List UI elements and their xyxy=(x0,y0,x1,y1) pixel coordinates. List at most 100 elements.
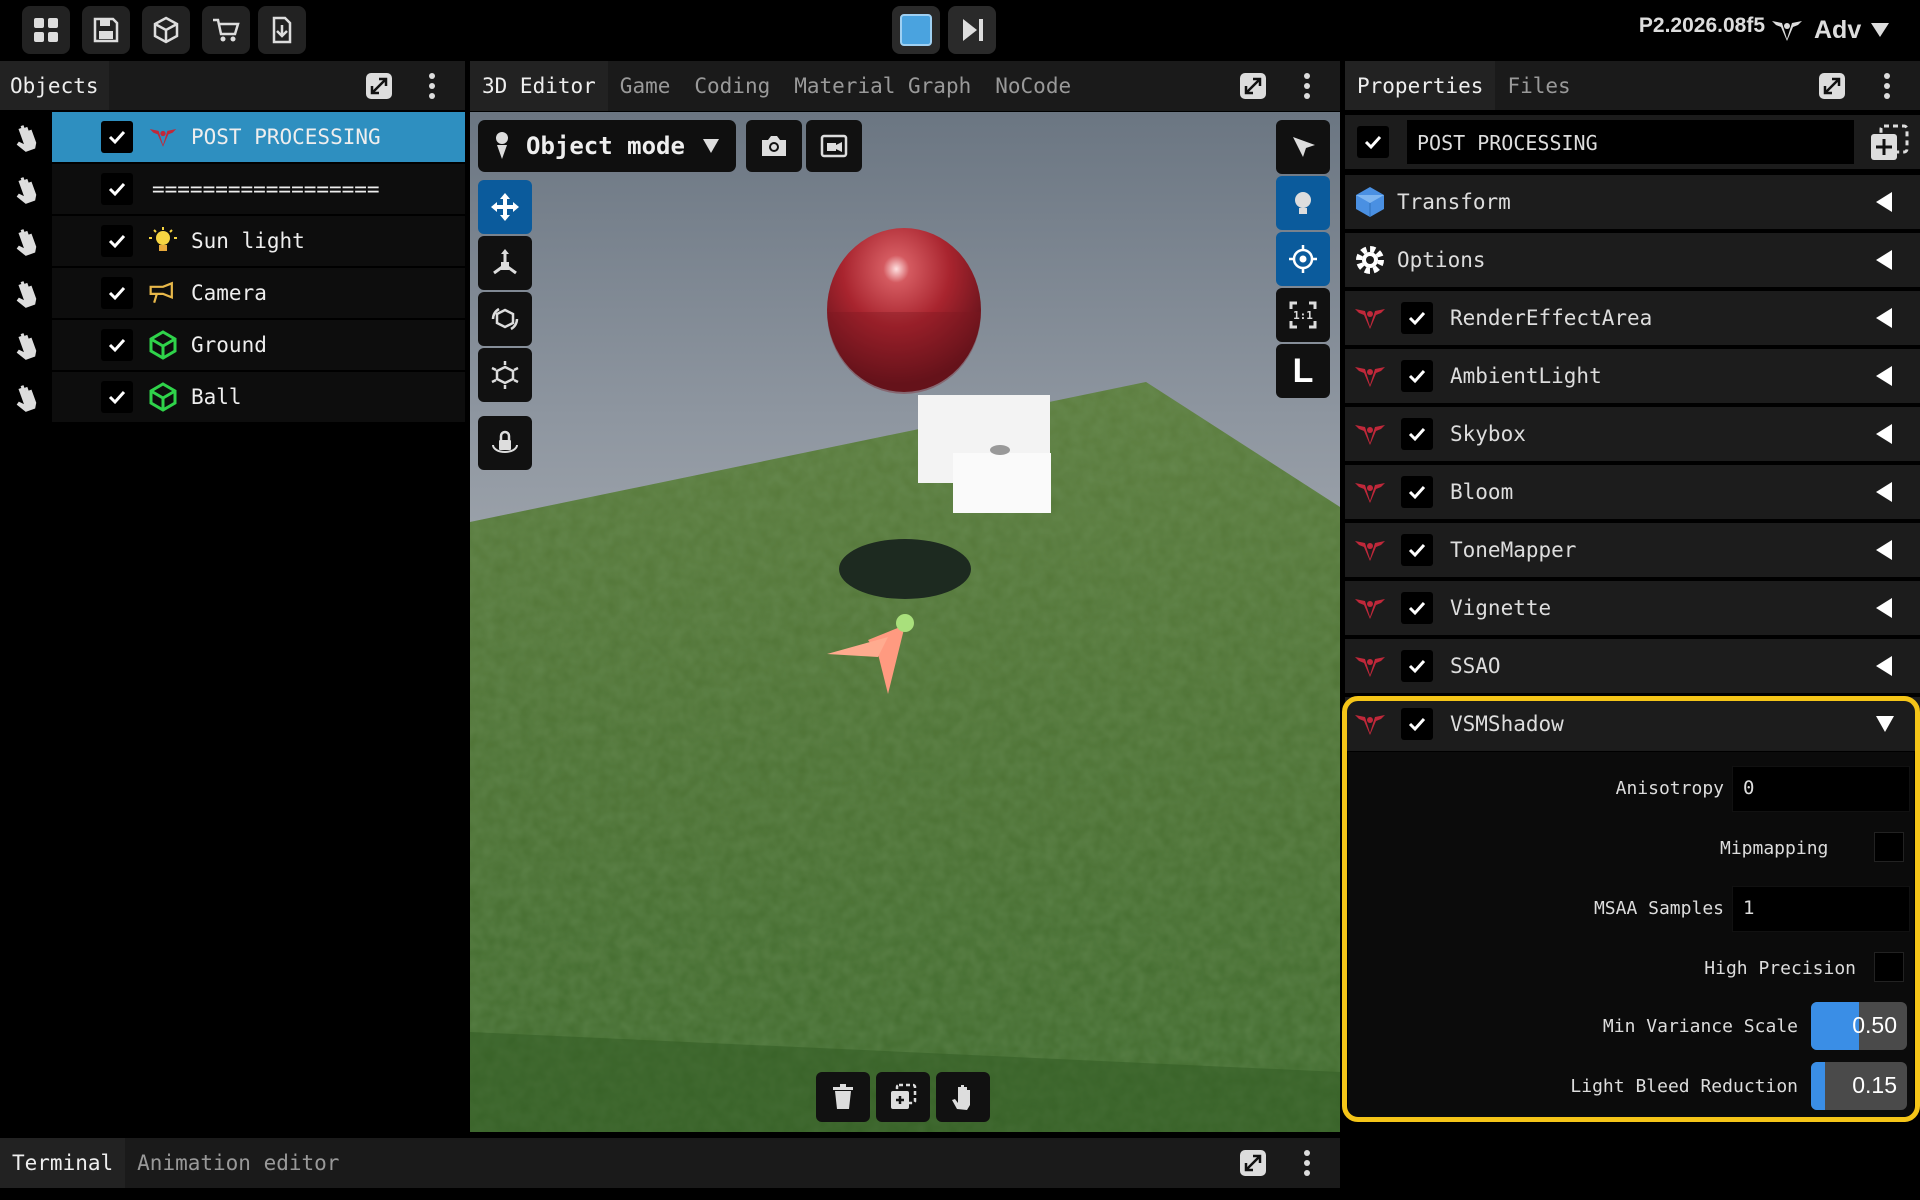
crosshair-icon xyxy=(1289,245,1317,273)
rotate-tool-button[interactable] xyxy=(478,292,532,346)
object-name-input[interactable]: POST PROCESSING xyxy=(1407,120,1854,164)
visibility-checkbox[interactable] xyxy=(101,225,133,257)
component-enabled-checkbox[interactable] xyxy=(1401,534,1433,566)
stop-button[interactable] xyxy=(892,6,940,54)
hand-tool-button[interactable] xyxy=(936,1072,990,1122)
collapse-arrow-icon xyxy=(1876,366,1892,386)
visibility-checkbox[interactable] xyxy=(101,329,133,361)
expand-icon[interactable] xyxy=(1236,1146,1270,1180)
postprocess-icon xyxy=(148,122,178,152)
delete-button[interactable] xyxy=(816,1072,870,1122)
duplicate-icon xyxy=(891,1083,917,1109)
object-enabled-checkbox[interactable] xyxy=(1357,126,1389,158)
collapse-arrow-icon xyxy=(1876,250,1892,270)
drag-hand-icon[interactable] xyxy=(0,320,52,372)
tab-nocode[interactable]: NoCode xyxy=(983,61,1083,111)
object-label: Ball xyxy=(191,385,242,409)
component-bloom[interactable]: Bloom xyxy=(1345,465,1920,519)
tab-animation-editor[interactable]: Animation editor xyxy=(125,1138,351,1188)
list-item[interactable]: Ball xyxy=(0,372,465,424)
list-item[interactable]: Ground xyxy=(0,320,465,372)
more-options-icon[interactable] xyxy=(415,69,449,103)
axes-icon xyxy=(493,249,517,275)
pivot-tool-button[interactable] xyxy=(478,236,532,290)
list-item[interactable]: ================== xyxy=(0,164,465,216)
object-label: ================== xyxy=(152,177,380,201)
more-options-icon[interactable] xyxy=(1870,69,1904,103)
3d-viewport[interactable]: Object mode 1:1 L xyxy=(470,112,1340,1132)
visibility-checkbox[interactable] xyxy=(101,121,133,153)
expand-icon[interactable] xyxy=(1236,69,1270,103)
step-forward-icon xyxy=(963,19,983,41)
list-item[interactable]: Sun light xyxy=(0,216,465,268)
screenshot-button[interactable] xyxy=(746,120,802,172)
component-enabled-checkbox[interactable] xyxy=(1401,302,1433,334)
postprocess-icon xyxy=(1353,361,1387,395)
component-enabled-checkbox[interactable] xyxy=(1401,360,1433,392)
visibility-checkbox[interactable] xyxy=(101,381,133,413)
select-pointer-button[interactable] xyxy=(1276,120,1330,174)
drag-hand-icon[interactable] xyxy=(0,268,52,320)
ratio-button[interactable]: 1:1 xyxy=(1276,288,1330,342)
tab-coding[interactable]: Coding xyxy=(682,61,782,111)
focus-target-button[interactable] xyxy=(1276,232,1330,286)
lock-rotation-button[interactable] xyxy=(478,416,532,470)
move-tool-button[interactable] xyxy=(478,180,532,234)
download-icon[interactable] xyxy=(258,6,306,54)
view-camera-button[interactable] xyxy=(806,120,862,172)
component-enabled-checkbox[interactable] xyxy=(1401,476,1433,508)
collapse-arrow-icon xyxy=(1876,308,1892,328)
drag-hand-icon[interactable] xyxy=(0,164,52,216)
component-ambientlight[interactable]: AmbientLight xyxy=(1345,349,1920,403)
drag-hand-icon[interactable] xyxy=(0,372,52,424)
drag-hand-icon[interactable] xyxy=(0,112,52,164)
component-label: Bloom xyxy=(1450,480,1514,504)
list-item[interactable]: Camera xyxy=(0,268,465,320)
visibility-checkbox[interactable] xyxy=(101,277,133,309)
rotate-cube-icon xyxy=(491,307,519,331)
component-vignette[interactable]: Vignette xyxy=(1345,581,1920,635)
tab-3d-editor[interactable]: 3D Editor xyxy=(470,61,608,111)
component-ssao[interactable]: SSAO xyxy=(1345,639,1920,693)
tab-objects[interactable]: Objects xyxy=(0,61,109,111)
mode-dropdown[interactable]: Object mode xyxy=(478,120,736,172)
list-item[interactable]: POST PROCESSING xyxy=(0,112,465,164)
top-toolbar: P2.2026.08f5 Adv xyxy=(0,0,1920,60)
component-label: Skybox xyxy=(1450,422,1526,446)
drag-hand-icon[interactable] xyxy=(0,216,52,268)
step-forward-button[interactable] xyxy=(948,6,996,54)
expand-icon[interactable] xyxy=(362,69,396,103)
component-tonemapper[interactable]: ToneMapper xyxy=(1345,523,1920,577)
save-icon[interactable] xyxy=(82,6,130,54)
editor-panel-header: 3D Editor Game Coding Material Graph NoCode xyxy=(470,61,1340,111)
component-enabled-checkbox[interactable] xyxy=(1401,650,1433,682)
component-rendereffectarea[interactable]: RenderEffectArea xyxy=(1345,291,1920,345)
tab-properties[interactable]: Properties xyxy=(1345,61,1496,111)
collapse-arrow-icon xyxy=(1876,656,1892,676)
grid-icon[interactable] xyxy=(22,6,70,54)
tab-terminal[interactable]: Terminal xyxy=(0,1138,126,1188)
section-options[interactable]: Options xyxy=(1345,233,1920,287)
local-space-button[interactable]: L xyxy=(1276,344,1330,398)
section-transform[interactable]: Transform xyxy=(1345,175,1920,229)
add-component-button[interactable] xyxy=(1869,124,1909,162)
more-options-icon[interactable] xyxy=(1290,1146,1324,1180)
duplicate-button[interactable] xyxy=(876,1072,930,1122)
component-skybox[interactable]: Skybox xyxy=(1345,407,1920,461)
tab-game[interactable]: Game xyxy=(608,61,683,111)
cube-icon[interactable] xyxy=(142,6,190,54)
more-options-icon[interactable] xyxy=(1290,69,1324,103)
tab-files[interactable]: Files xyxy=(1495,61,1582,111)
visibility-checkbox[interactable] xyxy=(101,173,133,205)
light-toggle-button[interactable] xyxy=(1276,176,1330,230)
user-menu[interactable]: Adv xyxy=(1770,8,1910,52)
component-enabled-checkbox[interactable] xyxy=(1401,592,1433,624)
trash-icon xyxy=(833,1084,853,1109)
component-enabled-checkbox[interactable] xyxy=(1401,418,1433,450)
tab-material-graph[interactable]: Material Graph xyxy=(782,61,983,111)
properties-panel-header: Properties Files xyxy=(1345,61,1920,111)
expand-icon[interactable] xyxy=(1815,69,1849,103)
cart-icon[interactable] xyxy=(202,6,250,54)
collapse-arrow-icon xyxy=(1876,424,1892,444)
scale-tool-button[interactable] xyxy=(478,348,532,402)
